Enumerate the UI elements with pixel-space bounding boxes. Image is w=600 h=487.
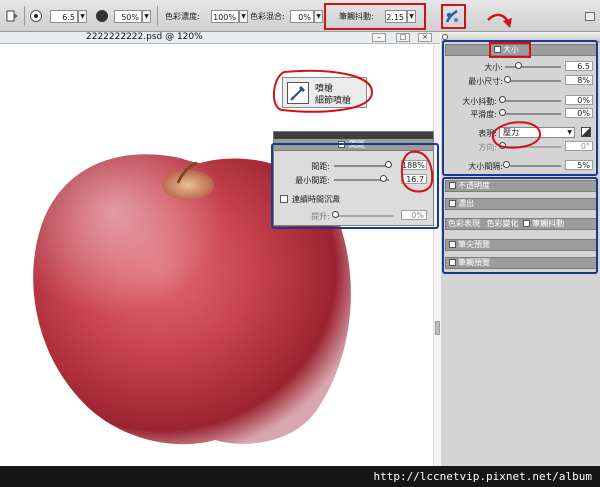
chevron-down-icon[interactable]: ▼ <box>78 10 87 23</box>
chevron-down-icon[interactable]: ▼ <box>142 10 151 23</box>
color-mix-label: 色彩混合: <box>250 12 285 21</box>
property-bar: 6.5 ▼ 50% ▼ 色彩濃度: 100% ▼ 色彩混合: 0% ▼ 筆觸抖動… <box>0 0 600 32</box>
maximize-icon[interactable]: □ <box>396 33 410 42</box>
chevron-down-icon[interactable]: ▼ <box>314 10 323 23</box>
brush-size-field[interactable]: 6.5 <box>50 10 78 23</box>
annotation-highlight <box>324 3 426 30</box>
scrollbar-thumb[interactable] <box>435 321 440 335</box>
watermark-bar: http://lccnetvip.pixnet.net/album <box>0 466 600 487</box>
annotation-circle <box>273 69 374 113</box>
color-mix-field[interactable]: 0% <box>290 10 314 23</box>
annotation-highlight <box>442 177 598 274</box>
brush-tool-icon[interactable] <box>6 8 20 24</box>
annotation-arrow-icon <box>487 13 512 28</box>
document-tab-bar: 2222222222.psd @ 120% – □ × <box>0 32 440 44</box>
brush-controls-panel: 大小 大小: 6.5 最小尺寸: 8% 大小抖動: 0% 平滑度: 0% 表現:… <box>441 32 600 466</box>
close-icon[interactable]: × <box>418 33 432 42</box>
vertical-scrollbar[interactable] <box>433 45 441 466</box>
color-density-label: 色彩濃度: <box>165 12 200 21</box>
opacity-field[interactable]: 50% <box>114 10 142 23</box>
color-density-field[interactable]: 100% <box>211 10 239 23</box>
watermark-url: http://lccnetvip.pixnet.net/album <box>373 470 592 483</box>
annotation-highlight <box>441 4 466 29</box>
minimize-icon[interactable]: – <box>372 33 386 42</box>
annotation-circle <box>492 121 541 149</box>
document-title[interactable]: 2222222222.psd @ 120% <box>86 32 203 43</box>
panel-titlebar[interactable] <box>274 132 433 139</box>
chevron-down-icon[interactable]: ▼ <box>239 10 248 23</box>
toolbar-menu-icon[interactable] <box>585 12 595 21</box>
brush-size-icon <box>30 10 42 22</box>
opacity-icon <box>96 10 108 22</box>
annotation-highlight <box>442 40 598 176</box>
annotation-highlight <box>271 143 439 229</box>
